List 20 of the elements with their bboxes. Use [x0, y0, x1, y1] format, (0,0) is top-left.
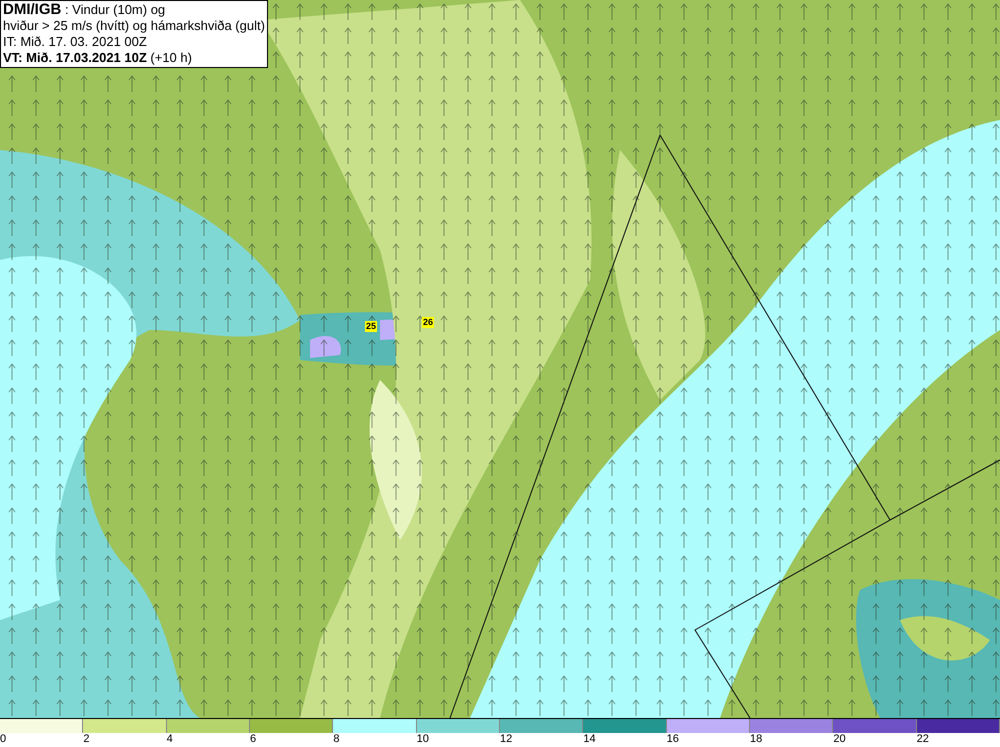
legend-tick-label: 8 [333, 733, 340, 746]
gust-label: 26 [422, 317, 434, 328]
legend-tick-label: 22 [916, 733, 929, 746]
map-title: : Vindur (10m) og [64, 2, 166, 17]
source-label: DMI/IGB [3, 1, 62, 18]
legend-tick-label: 4 [166, 733, 173, 746]
legend-tick-label: 2 [83, 733, 90, 746]
legend-tick-label: 10 [416, 733, 429, 746]
legend-tick-label: 14 [583, 733, 596, 746]
legend-tick-label: 18 [750, 733, 762, 746]
valid-time: VT: Mið. 17.03.2021 10Z [3, 50, 147, 65]
lead-time: (+10 h) [149, 50, 192, 65]
gust-label: 25 [365, 321, 378, 332]
legend-tick-label: 16 [666, 733, 679, 746]
legend-tick-label: 0 [0, 733, 6, 746]
legend-tick-label: 12 [500, 733, 512, 746]
map-subtitle: hviður > 25 m/s (hvítt) og hámarkshviða (gult) [3, 18, 265, 33]
legend-tick-label: 20 [833, 733, 846, 746]
legend-tick-label: 6 [250, 733, 256, 746]
issue-time: IT: Mið. 17. 03. 2021 00Z [3, 34, 147, 49]
